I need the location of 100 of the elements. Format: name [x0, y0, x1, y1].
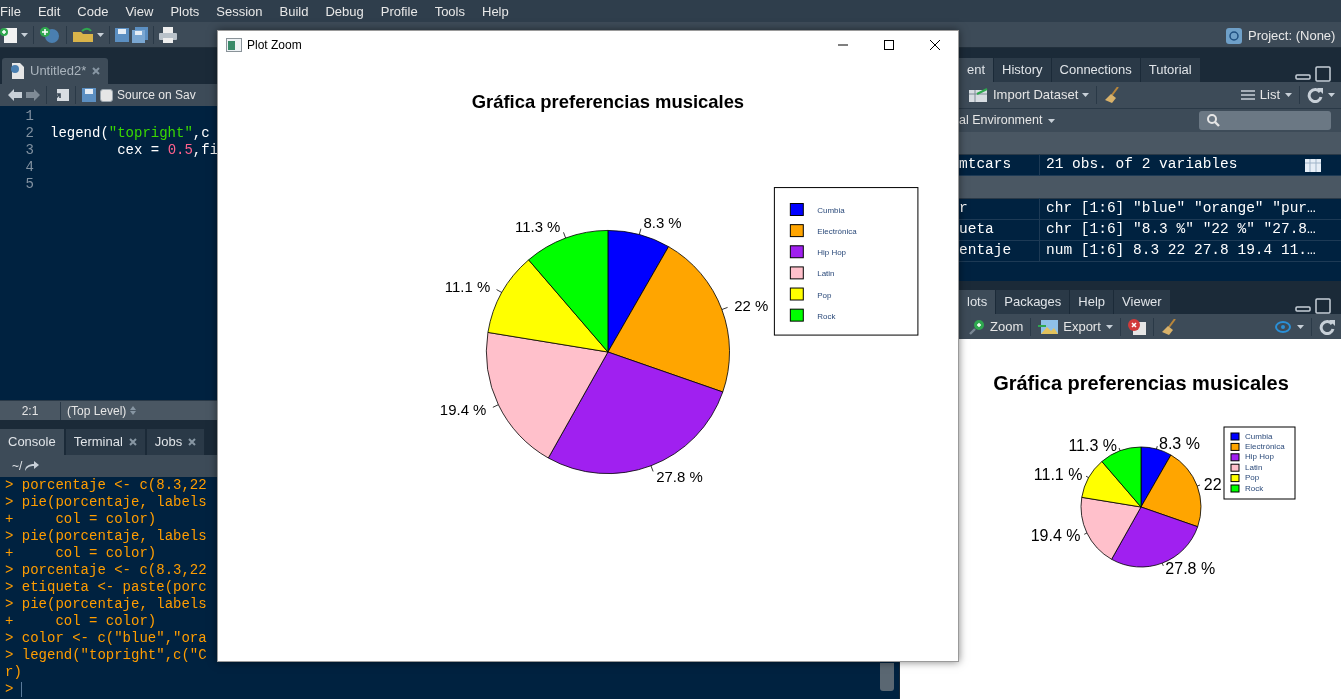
scope-menu[interactable]: (Top Level): [67, 401, 127, 420]
menu-item[interactable]: View: [125, 4, 154, 18]
console-tab[interactable]: Console: [0, 429, 64, 455]
console-line: + col = color): [5, 613, 158, 630]
list-icon[interactable]: [1240, 90, 1255, 100]
refresh-icon[interactable]: [1319, 318, 1335, 335]
menu-item[interactable]: Session: [216, 4, 263, 18]
legend-label: Cumbia: [1245, 431, 1273, 441]
tick-line: [1156, 445, 1158, 450]
menu-item[interactable]: Code: [77, 4, 109, 18]
menu-item[interactable]: Debug: [325, 4, 364, 18]
save-icon[interactable]: [115, 27, 129, 42]
legend-label: Latin: [1245, 462, 1263, 472]
caret-icon[interactable]: [1285, 93, 1292, 97]
tick-line: [1083, 532, 1088, 535]
menu-item[interactable]: File: [0, 4, 21, 18]
console-line: > color <- c("blue","ora: [5, 630, 208, 647]
caret-icon[interactable]: [97, 32, 104, 37]
pane-tab[interactable]: Help: [1070, 290, 1115, 314]
tick-line: [496, 289, 503, 293]
menu-item[interactable]: Edit: [37, 4, 61, 18]
caret-icon[interactable]: [1048, 118, 1056, 123]
search-field[interactable]: [1199, 111, 1331, 130]
list-view-menu[interactable]: List: [1259, 85, 1280, 105]
pane-tab[interactable]: ent: [959, 58, 995, 82]
value-label: 11.3 %: [515, 217, 561, 235]
tick-line: [492, 404, 499, 408]
editor-tab[interactable]: Untitled2*: [2, 58, 108, 84]
caret-icon[interactable]: [1082, 93, 1090, 97]
menu-item[interactable]: Plots: [170, 4, 200, 18]
console-tab[interactable]: Terminal: [65, 429, 145, 455]
updown-icon[interactable]: [130, 406, 137, 415]
close-icon[interactable]: [929, 40, 941, 50]
project-menu[interactable]: Project: (None): [1248, 26, 1336, 46]
zoom-icon[interactable]: [969, 318, 985, 335]
refresh-icon[interactable]: [1307, 87, 1323, 103]
code-line: legend("topright",c: [50, 125, 211, 142]
variable-value: num [1:6] 8.3 22 27.8 19.4 11.…: [1039, 240, 1316, 262]
broom-icon[interactable]: [1160, 318, 1177, 335]
legend-label: Pop: [817, 290, 832, 300]
pane-tab[interactable]: Viewer: [1114, 290, 1171, 314]
go-to-directory-icon[interactable]: [25, 461, 40, 471]
r-project-icon[interactable]: [1226, 27, 1242, 44]
caret-icon[interactable]: [21, 32, 28, 37]
menu-item[interactable]: Help: [482, 4, 509, 18]
save-all-icon[interactable]: [132, 26, 148, 43]
line-number: 2: [25, 125, 34, 142]
pane-tab[interactable]: lots: [959, 290, 997, 314]
table-import-icon[interactable]: [969, 88, 989, 102]
tick-line: [650, 465, 654, 472]
zoom-button[interactable]: Zoom: [990, 316, 1024, 337]
scrollbar[interactable]: [880, 663, 894, 691]
add-r-icon[interactable]: [39, 25, 61, 44]
variable-name: r: [959, 199, 969, 219]
caret-icon[interactable]: [1297, 324, 1304, 329]
export-image-icon[interactable]: [1038, 319, 1059, 334]
caret-icon[interactable]: [1105, 324, 1113, 329]
variable-name: ueta: [959, 220, 995, 240]
console-tab[interactable]: Jobs: [146, 429, 205, 455]
legend-label: Pop: [1245, 473, 1260, 483]
new-file-icon[interactable]: [0, 25, 18, 44]
line-number: 1: [25, 108, 34, 125]
forward-icon[interactable]: [26, 89, 40, 101]
pane-tab[interactable]: Tutorial: [1140, 58, 1201, 82]
caret-icon[interactable]: [1328, 93, 1335, 97]
pane-tab[interactable]: Packages: [996, 290, 1071, 314]
back-icon[interactable]: [8, 89, 22, 101]
chart-title: Gráfica preferencias musicales: [471, 90, 745, 112]
print-icon[interactable]: [159, 26, 177, 43]
folder-icon[interactable]: [72, 26, 94, 43]
menu-item[interactable]: Profile: [380, 4, 418, 18]
pane-tab[interactable]: Connections: [1051, 58, 1141, 82]
value-label: 8.3 %: [643, 214, 682, 232]
menu-item[interactable]: Build: [279, 4, 309, 18]
legend-label: Hip Hop: [1245, 452, 1274, 462]
variable-value: chr [1:6] "blue" "orange" "pur…: [1039, 198, 1316, 220]
console-line: > pie(porcentaje, labels: [5, 528, 208, 545]
console-line: + col = color): [5, 545, 158, 562]
maximize-icon[interactable]: [883, 40, 895, 50]
value-label: 8.3 %: [1159, 434, 1200, 452]
console-line: + col = color): [5, 511, 158, 528]
environment-menu[interactable]: al Environment: [959, 111, 1043, 130]
source-on-save-label: Source on Sav: [117, 87, 196, 104]
broom-icon[interactable]: [1104, 87, 1121, 103]
pane-tab[interactable]: History: [994, 58, 1052, 82]
table-icon[interactable]: [1305, 158, 1321, 172]
r-file-icon[interactable]: [10, 63, 24, 79]
variable-value: 21 obs. of 2 variables: [1039, 154, 1238, 176]
console-line: > etiqueta <- paste(porc: [5, 579, 208, 596]
import-dataset-button[interactable]: Import Dataset: [993, 85, 1079, 105]
remove-plot-icon[interactable]: [1127, 318, 1146, 335]
cursor-position: 2:1: [20, 402, 40, 420]
value-label: 27.8 %: [656, 468, 703, 486]
legend-label: Cumbia: [817, 206, 845, 216]
window-icon: [226, 38, 242, 52]
menu-item[interactable]: Tools: [434, 4, 465, 18]
tick-line: [721, 307, 728, 310]
console-prompt: >: [5, 681, 14, 698]
export-button[interactable]: Export: [1063, 316, 1101, 337]
checkbox[interactable]: [100, 88, 113, 102]
